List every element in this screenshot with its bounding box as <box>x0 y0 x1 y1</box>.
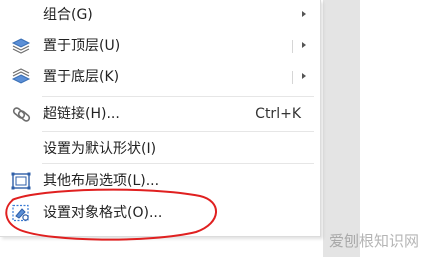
watermark-text: 爱刨根知识网 <box>329 232 420 250</box>
red-annotation-ellipse <box>5 188 217 241</box>
